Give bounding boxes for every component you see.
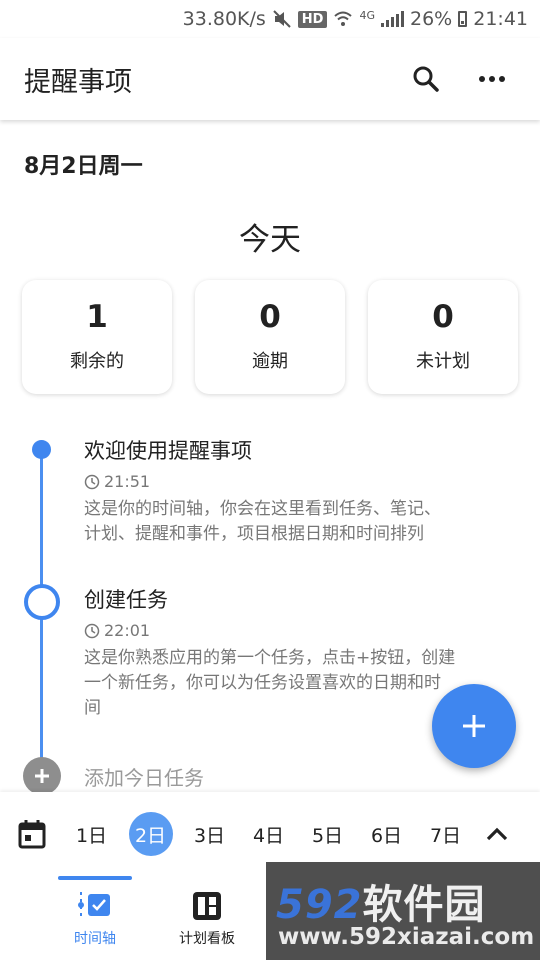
day-label: 7日 [429,824,462,847]
search-icon [413,66,439,92]
desc-line: 计划、提醒和事件，项目根据日期和时间排列 [84,524,424,544]
today-label: 今天 [239,222,301,258]
day-4[interactable]: 4日 [239,812,298,856]
desc-line: 这是你的时间轴，你会在这里看到任务、笔记、 [84,499,441,519]
nav-label: 计划看板 [179,931,235,947]
stat-card-remaining[interactable]: 1 剩余的 [22,280,172,394]
clock-icon [84,623,100,638]
watermark-url: www.592xiazai.com [278,924,535,950]
day-label: 2日 [128,812,173,856]
stat-label: 未计划 [416,350,470,372]
timeline-item[interactable]: 欢迎使用提醒事项 21:51 这是你的时间轴，你会在这里看到任务、笔记、 计划、… [84,436,504,547]
plus-icon [463,715,485,737]
expand-button[interactable] [477,814,517,854]
stats-row: 1 剩余的 0 逾期 0 未计划 [22,280,518,394]
clock-icon [84,474,100,489]
nav-label: 时间轴 [74,931,116,947]
day-2[interactable]: 2日 [121,812,180,856]
battery-icon [458,11,468,27]
stat-value: 0 [259,298,281,335]
fab-add-button[interactable] [432,684,516,768]
day-label: 5日 [311,824,344,847]
stat-value: 0 [432,298,454,335]
desc-line: 这是你熟悉应用的第一个任务，点击+按钮，创建 [84,648,456,668]
status-time: 21:41 [473,8,528,30]
watermark-logo: 592软件园 [276,872,486,930]
task-checkbox[interactable] [24,584,60,620]
search-button[interactable] [402,55,450,103]
day-label: 6日 [370,824,403,847]
add-task-button[interactable] [23,757,61,795]
timeline-icon [78,892,110,920]
active-indicator [58,876,132,880]
time-text: 22:01 [104,621,151,640]
timeline-line [40,450,43,586]
signal-icon [381,11,404,27]
calendar-button[interactable] [14,816,50,852]
page-title: 提醒事项 [24,66,132,98]
stat-value: 1 [86,298,108,335]
stat-label: 逾期 [252,350,288,372]
day-5[interactable]: 5日 [298,812,357,856]
day-6[interactable]: 6日 [357,812,416,856]
day-3[interactable]: 3日 [180,812,239,856]
network-type: 4G [359,8,375,22]
network-speed: 33.80K/s [182,8,266,30]
date-header: 8月2日周一 [24,154,143,179]
battery-percent: 26% [410,8,453,30]
timeline-item-description: 这是你的时间轴，你会在这里看到任务、笔记、 计划、提醒和事件，项目根据日期和时间… [84,497,504,547]
day-label: 3日 [193,824,226,847]
timeline-item-title: 欢迎使用提醒事项 [84,439,252,463]
calendar-icon [18,820,46,849]
timeline-line [40,618,43,758]
stat-label: 剩余的 [70,350,124,372]
time-text: 21:51 [104,472,151,491]
nav-tab-timeline[interactable]: 时间轴 [36,876,154,960]
watermark-digits: 592 [276,882,363,928]
timeline-item-time: 22:01 [84,621,504,640]
hd-badge: HD [297,10,328,28]
timeline-item-title: 创建任务 [84,588,168,612]
watermark: 592软件园 www.592xiazai.com [266,862,540,960]
wifi-icon [334,11,353,26]
add-task-label[interactable]: 添加今日任务 [84,762,204,791]
day-label: 1日 [75,824,108,847]
mute-icon [273,10,291,28]
day-1[interactable]: 1日 [62,812,121,856]
more-button[interactable] [468,55,516,103]
timeline-item-time: 21:51 [84,472,504,491]
stat-card-unplanned[interactable]: 0 未计划 [368,280,518,394]
status-bar: 33.80K/s HD 4G 26% 21:41 [0,0,540,38]
plus-icon [35,769,49,783]
timeline-dot [32,440,51,459]
desc-line: 一个新任务，你可以为任务设置喜欢的日期和时 [84,673,441,693]
app-bar: 提醒事项 [0,38,540,120]
nav-tab-board[interactable]: 计划看板 [148,876,266,960]
day-label: 4日 [252,824,285,847]
day-7[interactable]: 7日 [416,812,475,856]
chevron-up-icon [486,827,508,841]
watermark-text: 软件园 [362,882,486,928]
more-icon [479,76,505,82]
stat-card-overdue[interactable]: 0 逾期 [195,280,345,394]
board-icon [193,892,221,920]
